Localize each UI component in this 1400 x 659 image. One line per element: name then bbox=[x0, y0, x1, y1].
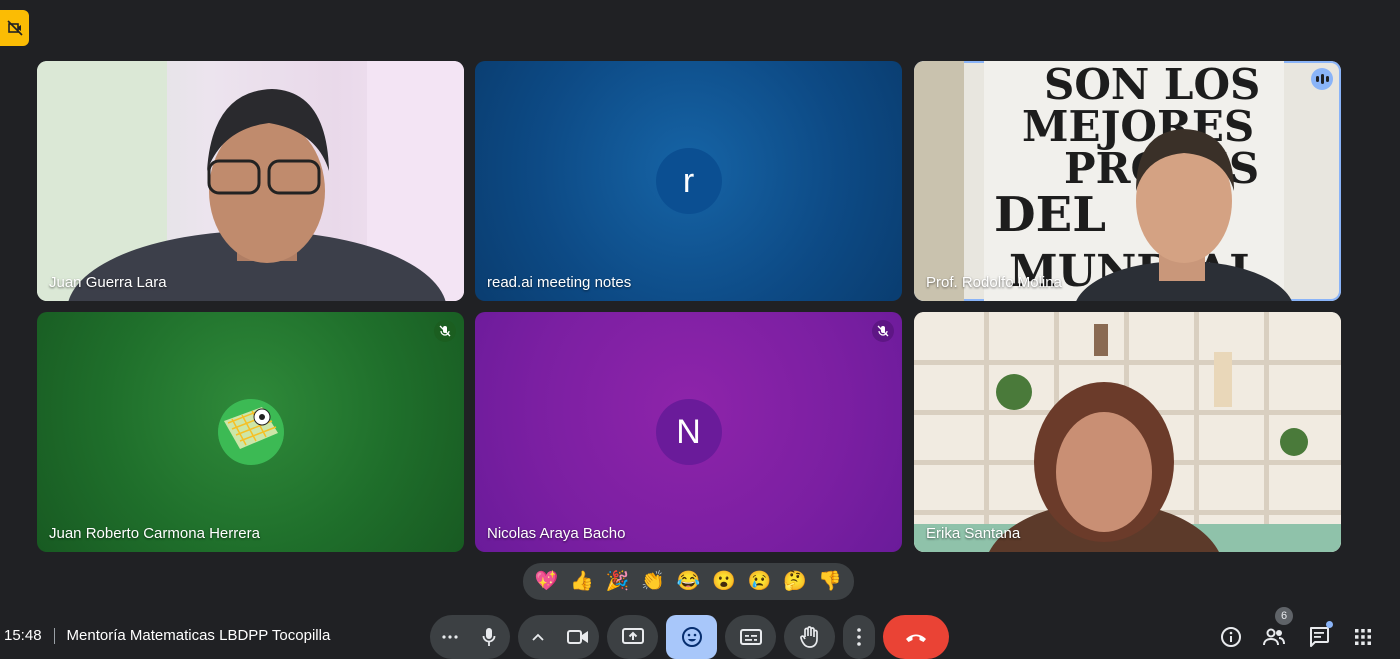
video-camera-icon bbox=[566, 630, 588, 644]
emoji-smile-icon bbox=[681, 627, 702, 647]
no-video-icon bbox=[6, 20, 23, 36]
microphone-icon bbox=[482, 628, 496, 646]
chevron-up-icon bbox=[531, 633, 544, 641]
reaction-clap[interactable]: 👏 bbox=[641, 572, 665, 591]
speaking-indicator-icon bbox=[1311, 68, 1333, 90]
divider bbox=[53, 627, 55, 644]
present-screen-icon bbox=[621, 628, 644, 644]
mic-control-group bbox=[430, 615, 510, 659]
captions-button[interactable] bbox=[725, 615, 776, 659]
participant-tile-6[interactable]: Erika Santana bbox=[914, 312, 1341, 552]
participant-name: Erika Santana bbox=[926, 525, 1021, 542]
recording-indicator-badge[interactable] bbox=[0, 10, 29, 46]
mic-off-icon bbox=[434, 320, 456, 342]
microphone-button[interactable] bbox=[469, 627, 509, 647]
meeting-details-button[interactable] bbox=[1218, 624, 1244, 650]
present-screen-button[interactable] bbox=[607, 615, 658, 659]
participant-avatar: N bbox=[655, 399, 722, 465]
participant-name: Juan Guerra Lara bbox=[49, 274, 167, 291]
avatar-initial: r bbox=[682, 161, 695, 200]
meeting-title: Mentoría Matematicas LBDPP Tocopilla bbox=[66, 627, 331, 644]
reactions-button[interactable] bbox=[666, 615, 717, 659]
raise-hand-icon bbox=[799, 626, 818, 648]
people-icon bbox=[1263, 628, 1285, 646]
reactions-bar: 💖 👍 🎉 👏 😂 😮 😢 🤔 👎 bbox=[523, 563, 854, 600]
participants-count-badge: 6 bbox=[1275, 607, 1293, 625]
reaction-heart[interactable]: 💖 bbox=[535, 572, 559, 591]
more-vertical-icon bbox=[857, 628, 861, 646]
reaction-party[interactable]: 🎉 bbox=[606, 572, 630, 591]
raise-hand-button[interactable] bbox=[784, 615, 835, 659]
participant-tile-5[interactable]: N Nicolas Araya Bacho bbox=[475, 312, 902, 552]
participant-tile-1[interactable]: Juan Guerra Lara bbox=[37, 61, 464, 301]
participant-tile-4[interactable]: Juan Roberto Carmona Herrera bbox=[37, 312, 464, 552]
participant-tile-3[interactable]: SON LOS MEJORES PROFES DEL MUNDIAL Prof.… bbox=[914, 61, 1341, 301]
reaction-thumbs-down[interactable]: 👎 bbox=[818, 572, 842, 591]
video-options-button[interactable] bbox=[519, 633, 557, 641]
soccer-goal-icon bbox=[217, 399, 284, 465]
audio-options-button[interactable] bbox=[431, 635, 469, 639]
camera-control-group bbox=[518, 615, 599, 659]
reaction-thumbs-up[interactable]: 👍 bbox=[570, 572, 594, 591]
reaction-sad[interactable]: 😢 bbox=[748, 572, 772, 591]
people-button[interactable]: 6 bbox=[1261, 607, 1293, 650]
chat-notification-dot bbox=[1326, 621, 1333, 628]
reaction-laugh[interactable]: 😂 bbox=[677, 572, 701, 591]
avatar-initial: N bbox=[676, 412, 701, 451]
more-horizontal-icon bbox=[442, 635, 458, 639]
participant-name: read.ai meeting notes bbox=[487, 274, 632, 291]
participant-name: Nicolas Araya Bacho bbox=[487, 525, 626, 542]
meeting-info: 15:48 Mentoría Matematicas LBDPP Tocopil… bbox=[4, 627, 330, 644]
closed-captions-icon bbox=[739, 629, 762, 645]
participant-name: Prof. Rodolfo Molina bbox=[926, 274, 1062, 291]
participant-tile-2[interactable]: r read.ai meeting notes bbox=[475, 61, 902, 301]
backdrop-text-line-4: DEL bbox=[994, 187, 1106, 243]
reaction-thinking[interactable]: 🤔 bbox=[783, 572, 807, 591]
leave-call-button[interactable] bbox=[883, 615, 949, 659]
participant-video-feed bbox=[914, 312, 1341, 552]
end-call-icon bbox=[906, 634, 926, 642]
info-icon bbox=[1221, 627, 1241, 647]
apps-grid-icon bbox=[1355, 629, 1371, 645]
mic-off-icon bbox=[872, 320, 894, 342]
meeting-time: 15:48 bbox=[4, 627, 42, 644]
camera-button[interactable] bbox=[557, 629, 599, 645]
participant-name: Juan Roberto Carmona Herrera bbox=[49, 525, 260, 542]
activities-button[interactable] bbox=[1350, 624, 1376, 650]
chat-button[interactable] bbox=[1306, 621, 1333, 650]
chat-icon bbox=[1310, 627, 1329, 647]
participant-video-feed bbox=[37, 61, 464, 301]
reaction-surprised[interactable]: 😮 bbox=[712, 572, 736, 591]
participant-avatar: r bbox=[655, 148, 722, 214]
more-options-button[interactable] bbox=[843, 615, 875, 659]
participant-video-feed: SON LOS MEJORES PROFES DEL MUNDIAL bbox=[914, 61, 1292, 301]
